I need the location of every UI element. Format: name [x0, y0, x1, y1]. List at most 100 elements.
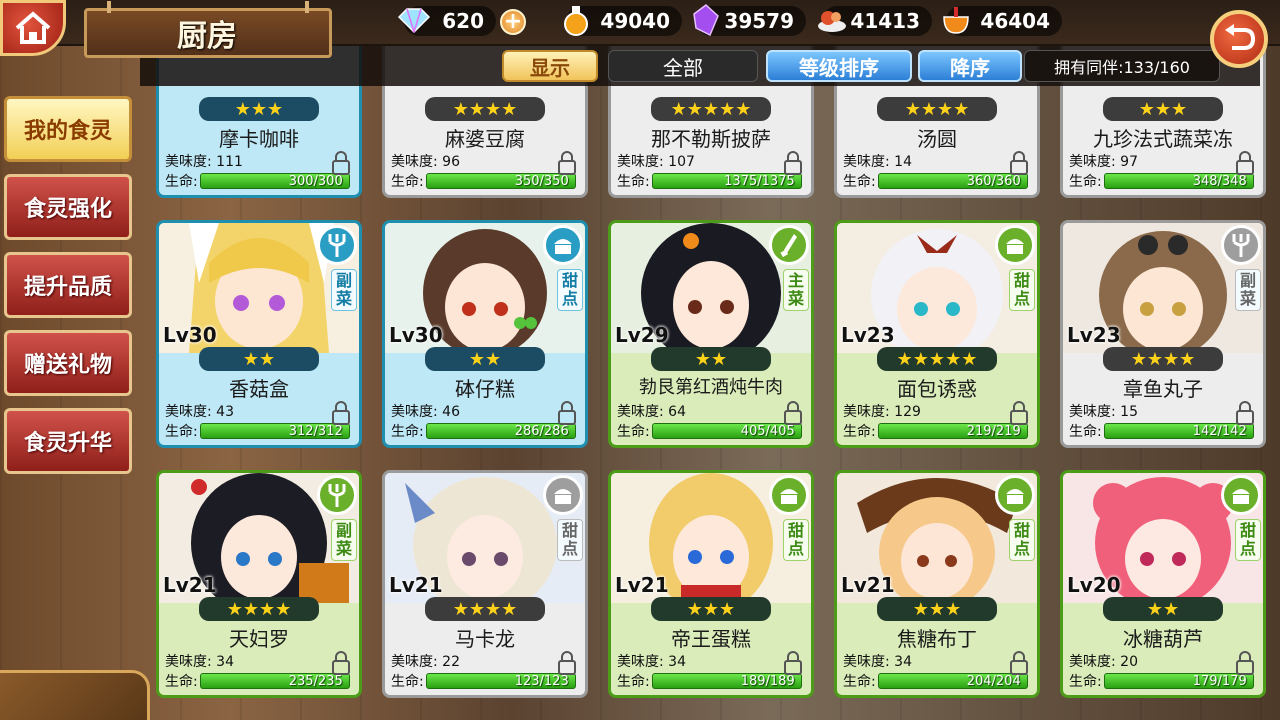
lock-icon[interactable] — [783, 651, 803, 675]
show-filter-button[interactable]: 显示 — [502, 50, 598, 82]
tasty-label: 美味度: — [1069, 404, 1116, 420]
hp-row: 生命: 286/286 — [391, 421, 576, 441]
star-rating: ★★★★★ — [877, 347, 997, 371]
cake-icon — [1221, 475, 1261, 515]
tasty-label: 美味度: — [843, 654, 890, 670]
hp-label: 生命: — [1069, 174, 1102, 190]
hp-label: 生命: — [1069, 424, 1102, 440]
tasty-label: 美味度: — [617, 654, 664, 670]
hp-row: 生命: 142/142 — [1069, 421, 1254, 441]
companion-card[interactable]: 主菜 Lv29 ★★ 勃艮第红酒炖牛肉 美味度: 64 生命: 405/405 — [608, 220, 814, 448]
hp-row: 生命: 350/350 — [391, 171, 576, 191]
filter-all-dropdown[interactable]: 全部 — [608, 50, 758, 82]
companion-name: 那不勒斯披萨 — [651, 127, 771, 151]
lock-icon[interactable] — [1009, 401, 1029, 425]
companion-card[interactable]: 副菜 Lv30 ★★ 香菇盒 美味度: 43 生命: 312/312 — [156, 220, 362, 448]
tasty-value: 96 — [442, 154, 460, 170]
sidebar-item-sublimate[interactable]: 食灵升华 — [4, 408, 132, 474]
resource-crystal: 620 — [397, 6, 496, 36]
hp-value: 235/235 — [288, 673, 343, 689]
tasty-value: 43 — [216, 404, 234, 420]
companion-card[interactable]: 甜点 Lv20 ★★ 冰糖葫芦 美味度: 20 生命: 179/179 — [1060, 470, 1266, 698]
lock-icon[interactable] — [1235, 651, 1255, 675]
hp-row: 生命: 235/235 — [165, 671, 350, 691]
star-rating: ★★ — [425, 347, 545, 371]
level-label: Lv21 — [163, 573, 217, 597]
tasty-label: 美味度: — [391, 404, 438, 420]
cake-icon — [995, 225, 1035, 265]
lock-icon[interactable] — [1009, 151, 1029, 175]
level-label: Lv20 — [1067, 573, 1121, 597]
lock-icon[interactable] — [331, 151, 351, 175]
lock-icon[interactable] — [557, 651, 577, 675]
hp-value: 179/179 — [1192, 673, 1247, 689]
lock-icon[interactable] — [331, 651, 351, 675]
fork-icon — [317, 225, 357, 265]
hp-value: 312/312 — [288, 423, 343, 439]
companion-card[interactable]: 副菜 Lv21 ★★★★ 天妇罗 美味度: 34 生命: 235/235 — [156, 470, 362, 698]
tasty-label: 美味度: — [391, 654, 438, 670]
companion-name: 香菇盒 — [229, 377, 289, 401]
cake-icon — [543, 225, 583, 265]
lock-icon[interactable] — [783, 401, 803, 425]
lock-icon[interactable] — [1235, 401, 1255, 425]
add-crystal-button[interactable]: + — [500, 9, 526, 35]
star-rating: ★★ — [199, 347, 319, 371]
companion-card[interactable]: 甜点 Lv30 ★★ 砵仔糕 美味度: 46 生命: 286/286 — [382, 220, 588, 448]
companion-grid[interactable]: ★★★ 摩卡咖啡 美味度: 111 生命: 300/300 ★★★★ 麻婆豆腐 美… — [156, 0, 1280, 720]
companion-card[interactable]: 副菜 Lv23 ★★★★ 章鱼丸子 美味度: 15 生命: 142/142 — [1060, 220, 1266, 448]
resource-potion: 49040 — [564, 6, 682, 36]
magic-crystal-icon — [688, 2, 724, 38]
dish-type-label: 甜点 — [557, 519, 583, 561]
sort-by-level-button[interactable]: 等级排序 — [766, 50, 912, 82]
hp-row: 生命: 348/348 — [1069, 171, 1254, 191]
hp-value: 123/123 — [514, 673, 569, 689]
resource-food: 41413 — [818, 6, 932, 36]
lock-icon[interactable] — [557, 401, 577, 425]
hp-bar: 350/350 — [425, 173, 576, 189]
back-button[interactable] — [1210, 10, 1268, 68]
hp-value: 219/219 — [966, 423, 1021, 439]
lock-icon[interactable] — [1009, 651, 1029, 675]
dish-type-label: 甜点 — [783, 519, 809, 561]
sidebar-item-gift[interactable]: 赠送礼物 — [4, 330, 132, 396]
hp-row: 生命: 219/219 — [843, 421, 1028, 441]
companion-card[interactable]: 甜点 Lv23 ★★★★★ 面包诱惑 美味度: 129 生命: 219/219 — [834, 220, 1040, 448]
dish-type-label: 主菜 — [783, 269, 809, 311]
sidebar-item-quality[interactable]: 提升品质 — [4, 252, 132, 318]
companion-card[interactable]: 甜点 Lv21 ★★★ 焦糖布丁 美味度: 34 生命: 204/204 — [834, 470, 1040, 698]
hp-row: 生命: 204/204 — [843, 671, 1028, 691]
lock-icon[interactable] — [557, 151, 577, 175]
lock-icon[interactable] — [1235, 151, 1255, 175]
resource-value: 39579 — [724, 9, 794, 33]
tasty-label: 美味度: — [165, 404, 212, 420]
companion-card[interactable]: 甜点 Lv21 ★★★ 帝王蛋糕 美味度: 34 生命: 189/189 — [608, 470, 814, 698]
home-icon — [15, 11, 51, 44]
lock-icon[interactable] — [783, 151, 803, 175]
tasty-row: 美味度: 96 — [391, 151, 460, 171]
corner-decoration — [0, 670, 150, 720]
companion-name: 麻婆豆腐 — [445, 127, 525, 151]
star-rating: ★★★ — [651, 597, 771, 621]
sort-order-button[interactable]: 降序 — [918, 50, 1022, 82]
back-arrow-icon — [1225, 24, 1256, 50]
cake-icon — [769, 475, 809, 515]
companion-name: 勃艮第红酒炖牛肉 — [639, 377, 783, 398]
sidebar-item-my-companions[interactable]: 我的食灵 — [4, 96, 132, 162]
tasty-label: 美味度: — [843, 154, 890, 170]
resource-value: 620 — [442, 9, 484, 33]
sidebar-item-enhance[interactable]: 食灵强化 — [4, 174, 132, 240]
lock-icon[interactable] — [331, 401, 351, 425]
hp-bar: 142/142 — [1103, 423, 1254, 439]
hp-value: 300/300 — [288, 173, 343, 189]
companion-card[interactable]: 甜点 Lv21 ★★★★ 马卡龙 美味度: 22 生命: 123/123 — [382, 470, 588, 698]
hp-value: 286/286 — [514, 423, 569, 439]
star-rating: ★★★★ — [199, 597, 319, 621]
tasty-value: 34 — [894, 654, 912, 670]
hp-row: 生命: 300/300 — [165, 171, 350, 191]
tasty-row: 美味度: 22 — [391, 651, 460, 671]
star-rating: ★★★ — [877, 597, 997, 621]
hp-row: 生命: 1375/1375 — [617, 171, 802, 191]
companion-name: 汤圆 — [917, 127, 957, 151]
hp-bar: 405/405 — [651, 423, 802, 439]
